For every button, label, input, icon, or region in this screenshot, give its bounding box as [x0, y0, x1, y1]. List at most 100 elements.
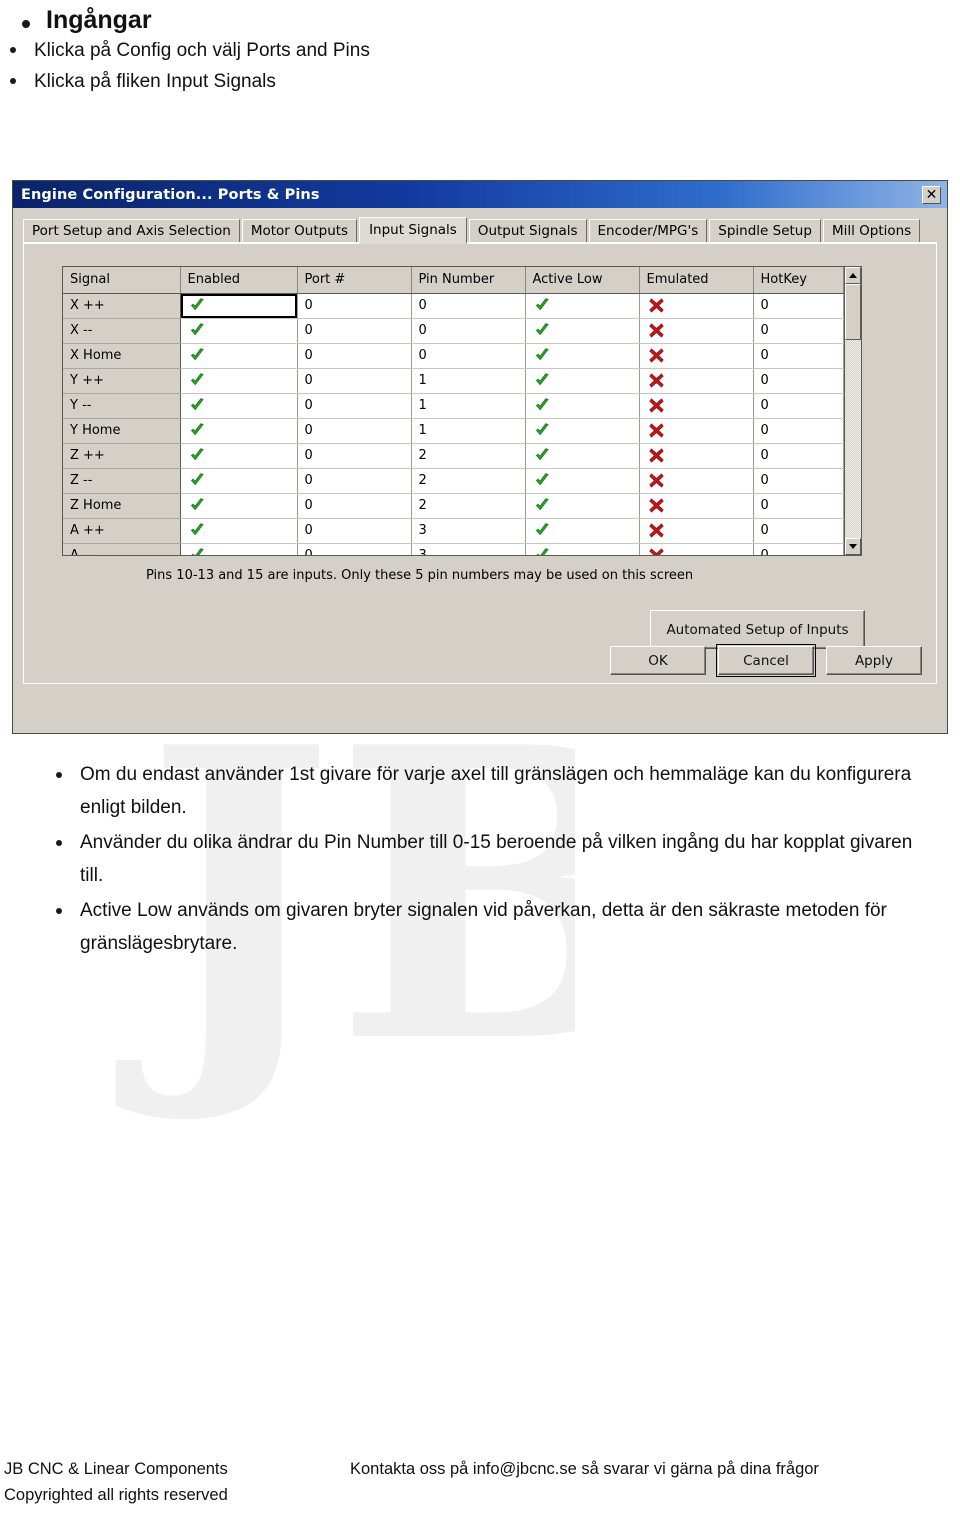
cell-port[interactable]: 0: [297, 418, 412, 444]
column-header-signal[interactable]: Signal: [63, 267, 181, 294]
cell-port[interactable]: 0: [297, 543, 412, 555]
cell-pin-number[interactable]: 2: [411, 468, 526, 494]
column-header-pin-number[interactable]: Pin Number: [411, 267, 526, 294]
cell-enabled[interactable]: [180, 293, 298, 319]
cell-port[interactable]: 0: [297, 518, 412, 544]
cell-emulated[interactable]: [639, 318, 754, 344]
cell-emulated[interactable]: [639, 493, 754, 519]
tab-spindle-setup[interactable]: Spindle Setup: [709, 219, 821, 242]
cell-pin-number[interactable]: 3: [411, 543, 526, 555]
table-row[interactable]: Z Home 0 2 0: [63, 493, 844, 519]
cell-enabled[interactable]: [180, 543, 298, 555]
table-row[interactable]: Y ++ 0 1 0: [63, 368, 844, 394]
cell-hotkey[interactable]: 0: [753, 543, 844, 555]
cell-enabled[interactable]: [180, 468, 298, 494]
cell-enabled[interactable]: [180, 443, 298, 469]
cancel-button[interactable]: Cancel: [716, 644, 816, 677]
cell-enabled[interactable]: [180, 343, 298, 369]
cell-emulated[interactable]: [639, 393, 754, 419]
cell-pin-number[interactable]: 1: [411, 418, 526, 444]
cell-enabled[interactable]: [180, 418, 298, 444]
cell-hotkey[interactable]: 0: [753, 468, 844, 494]
cell-hotkey[interactable]: 0: [753, 418, 844, 444]
cell-enabled[interactable]: [180, 493, 298, 519]
column-header-active-low[interactable]: Active Low: [525, 267, 640, 294]
cell-pin-number[interactable]: 1: [411, 393, 526, 419]
cell-active-low[interactable]: [525, 468, 640, 494]
scrollbar-thumb[interactable]: [845, 284, 861, 340]
tab-encoder-mpg[interactable]: Encoder/MPG's: [588, 219, 708, 242]
cell-pin-number[interactable]: 3: [411, 518, 526, 544]
cell-active-low[interactable]: [525, 518, 640, 544]
table-row[interactable]: X -- 0 0 0: [63, 318, 844, 344]
table-row[interactable]: Z ++ 0 2 0: [63, 443, 844, 469]
cell-enabled[interactable]: [180, 368, 298, 394]
cell-active-low[interactable]: [525, 543, 640, 555]
close-icon[interactable]: ✕: [922, 185, 941, 204]
cell-hotkey[interactable]: 0: [753, 343, 844, 369]
cell-pin-number[interactable]: 1: [411, 368, 526, 394]
cell-active-low[interactable]: [525, 368, 640, 394]
cell-hotkey[interactable]: 0: [753, 393, 844, 419]
cell-port[interactable]: 0: [297, 368, 412, 394]
cell-emulated[interactable]: [639, 443, 754, 469]
cell-port[interactable]: 0: [297, 493, 412, 519]
cell-hotkey[interactable]: 0: [753, 368, 844, 394]
cell-active-low[interactable]: [525, 493, 640, 519]
table-row[interactable]: Y Home 0 1 0: [63, 418, 844, 444]
scrollbar-track[interactable]: [845, 284, 861, 538]
cell-port[interactable]: 0: [297, 443, 412, 469]
cell-pin-number[interactable]: 2: [411, 493, 526, 519]
column-header-emulated[interactable]: Emulated: [639, 267, 754, 294]
column-header-hotkey[interactable]: HotKey: [753, 267, 844, 294]
cell-emulated[interactable]: [639, 468, 754, 494]
tab-input-signals[interactable]: Input Signals: [359, 217, 467, 244]
cell-active-low[interactable]: [525, 418, 640, 444]
table-row[interactable]: X Home 0 0 0: [63, 343, 844, 369]
cell-emulated[interactable]: [639, 343, 754, 369]
tab-motor-outputs[interactable]: Motor Outputs: [241, 219, 358, 242]
cell-port[interactable]: 0: [297, 343, 412, 369]
cell-hotkey[interactable]: 0: [753, 318, 844, 344]
cell-emulated[interactable]: [639, 418, 754, 444]
column-header-enabled[interactable]: Enabled: [180, 267, 298, 294]
column-header-port[interactable]: Port #: [297, 267, 412, 294]
table-row[interactable]: Y -- 0 1 0: [63, 393, 844, 419]
cell-pin-number[interactable]: 0: [411, 343, 526, 369]
cell-active-low[interactable]: [525, 443, 640, 469]
table-row[interactable]: Z -- 0 2 0: [63, 468, 844, 494]
automated-setup-of-inputs-button[interactable]: Automated Setup of Inputs: [650, 610, 865, 649]
cell-enabled[interactable]: [180, 318, 298, 344]
cell-active-low[interactable]: [525, 343, 640, 369]
tab-output-signals[interactable]: Output Signals: [468, 219, 587, 242]
cell-emulated[interactable]: [639, 293, 754, 319]
cell-enabled[interactable]: [180, 518, 298, 544]
cell-emulated[interactable]: [639, 518, 754, 544]
table-row[interactable]: X ++ 0 0 0: [63, 293, 844, 319]
apply-button[interactable]: Apply: [826, 646, 922, 675]
ok-button[interactable]: OK: [610, 646, 706, 675]
cell-port[interactable]: 0: [297, 468, 412, 494]
scroll-down-icon[interactable]: [845, 538, 861, 555]
cell-emulated[interactable]: [639, 368, 754, 394]
cell-active-low[interactable]: [525, 318, 640, 344]
cell-pin-number[interactable]: 2: [411, 443, 526, 469]
cell-hotkey[interactable]: 0: [753, 493, 844, 519]
tab-port-setup-and-axis-selection[interactable]: Port Setup and Axis Selection: [23, 219, 240, 242]
cell-emulated[interactable]: [639, 543, 754, 555]
cell-enabled[interactable]: [180, 393, 298, 419]
cell-port[interactable]: 0: [297, 393, 412, 419]
table-row[interactable]: A ++ 0 3 0: [63, 518, 844, 544]
table-row[interactable]: A -- 0 3 0: [63, 543, 844, 555]
cell-hotkey[interactable]: 0: [753, 518, 844, 544]
cell-pin-number[interactable]: 0: [411, 318, 526, 344]
scroll-up-icon[interactable]: [845, 267, 861, 284]
cell-pin-number[interactable]: 0: [411, 293, 526, 319]
grid-vertical-scrollbar[interactable]: [844, 267, 861, 555]
cell-port[interactable]: 0: [297, 318, 412, 344]
cell-hotkey[interactable]: 0: [753, 293, 844, 319]
tab-mill-options[interactable]: Mill Options: [822, 219, 921, 242]
cell-port[interactable]: 0: [297, 293, 412, 319]
cell-active-low[interactable]: [525, 293, 640, 319]
cell-hotkey[interactable]: 0: [753, 443, 844, 469]
